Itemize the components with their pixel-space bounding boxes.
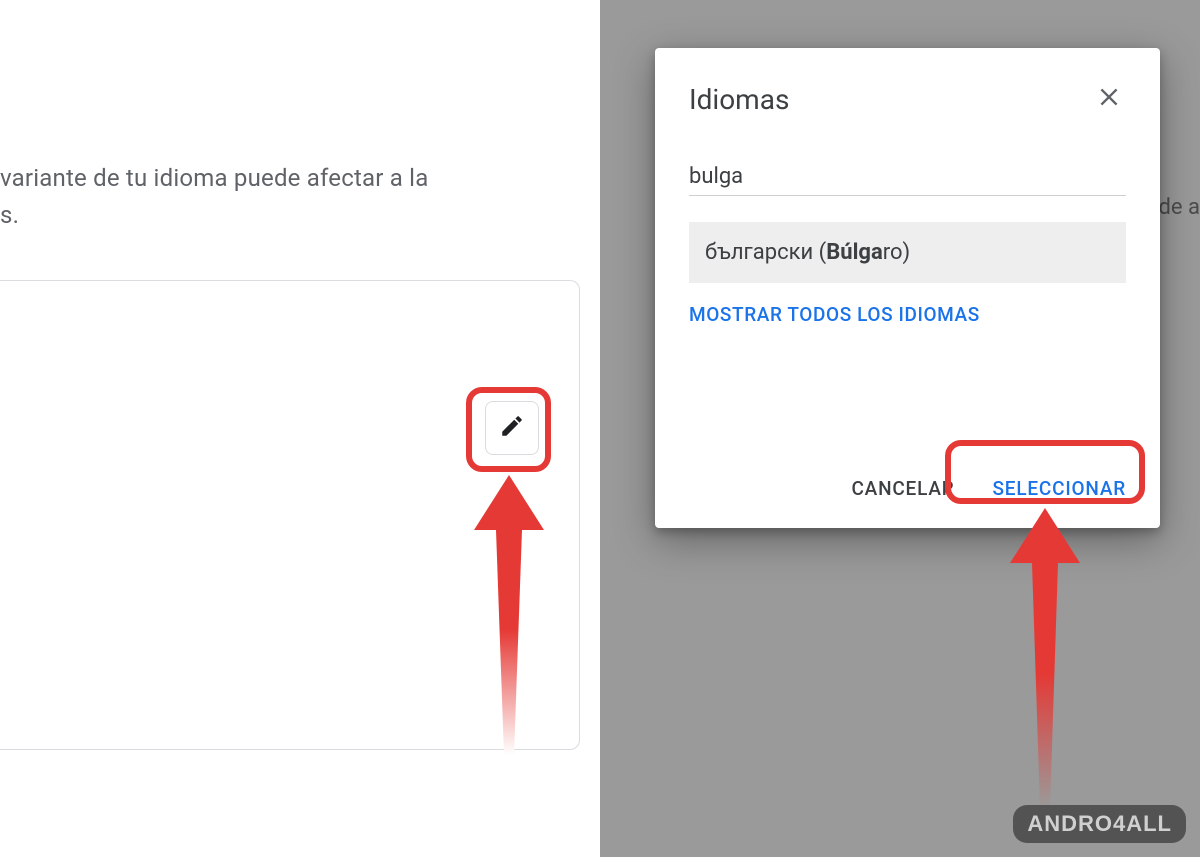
select-button[interactable]: SELECCIONAR xyxy=(992,477,1126,500)
suggestion-rest: ro) xyxy=(883,240,910,265)
watermark: ANDRO4ALL xyxy=(1013,805,1186,843)
close-button[interactable] xyxy=(1092,82,1126,116)
suggestion-match: Búlga xyxy=(826,240,883,265)
cancel-button[interactable]: CANCELAR xyxy=(851,477,954,500)
pencil-icon xyxy=(499,413,525,443)
left-panel: variante de tu idioma puede afectar a la… xyxy=(0,0,600,857)
dialog-actions: CANCELAR SELECCIONAR xyxy=(851,477,1126,500)
search-row xyxy=(689,164,1126,196)
edit-button[interactable] xyxy=(485,401,539,455)
language-dialog: Idiomas български (Búlgaro) MOSTRAR TODO… xyxy=(655,48,1160,528)
language-suggestion[interactable]: български (Búlgaro) xyxy=(689,222,1126,283)
language-search-input[interactable] xyxy=(689,164,1126,189)
dialog-header: Idiomas xyxy=(689,82,1126,116)
suggestion-native: български xyxy=(705,240,813,265)
show-all-languages-link[interactable]: MOSTRAR TODOS LOS IDIOMAS xyxy=(689,303,1126,326)
close-icon xyxy=(1096,84,1122,114)
language-card xyxy=(0,280,580,750)
dialog-title: Idiomas xyxy=(689,83,789,116)
left-description: variante de tu idioma puede afectar a la… xyxy=(0,160,580,234)
